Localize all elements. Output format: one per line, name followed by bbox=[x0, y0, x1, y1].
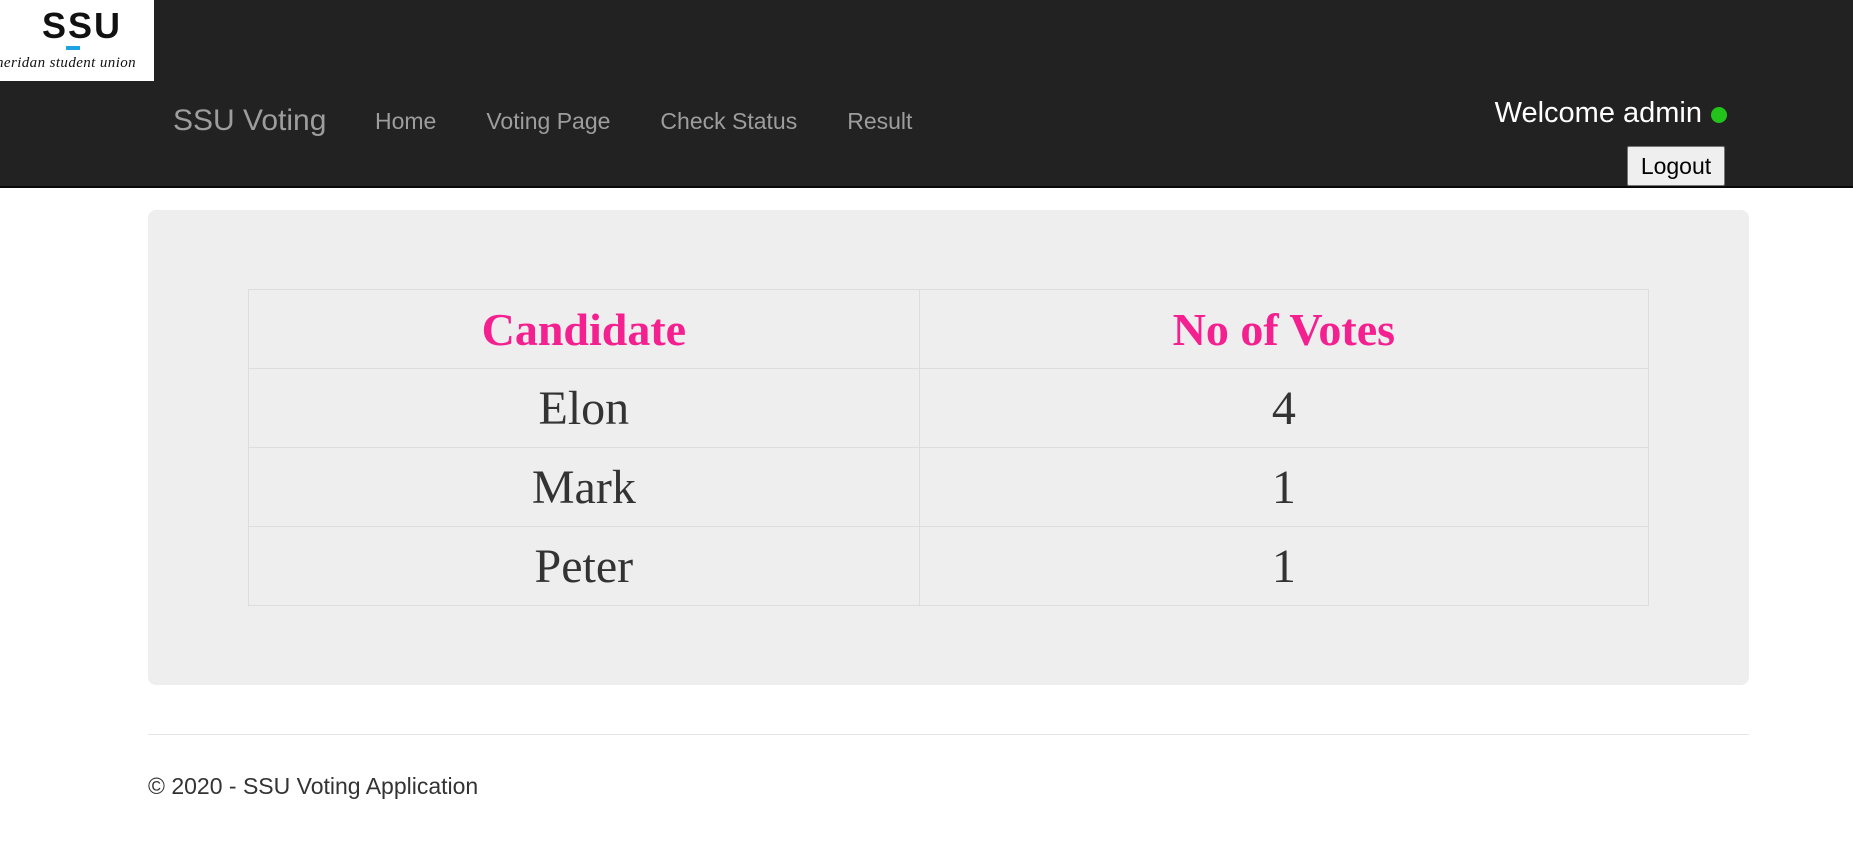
results-panel: Candidate No of Votes Elon 4 Mark 1 Pete… bbox=[148, 210, 1749, 685]
nav-item-check-status: Check Status bbox=[660, 107, 797, 135]
candidate-name: Elon bbox=[248, 368, 920, 448]
nav-link-check-status[interactable]: Check Status bbox=[660, 108, 797, 134]
column-header-candidate: Candidate bbox=[248, 289, 920, 369]
welcome-text: Welcome admin bbox=[1494, 97, 1702, 129]
logo-subtitle: heridan student union bbox=[0, 55, 137, 71]
brand-link[interactable]: SSU Voting bbox=[173, 103, 326, 139]
footer-copyright: © 2020 - SSU Voting Application bbox=[148, 773, 479, 799]
logo-mark: SSU bbox=[42, 5, 123, 46]
nav-link-result[interactable]: Result bbox=[847, 108, 912, 134]
candidate-name: Mark bbox=[248, 447, 920, 527]
ssu-logo: SSU heridan student union bbox=[0, 0, 154, 81]
vote-count: 4 bbox=[918, 368, 1650, 448]
vote-count: 1 bbox=[918, 526, 1650, 606]
nav-item-voting-page: Voting Page bbox=[486, 107, 610, 135]
footer-divider bbox=[148, 734, 1749, 735]
nav-link-home[interactable]: Home bbox=[375, 108, 436, 134]
navbar: SSU heridan student union SSU Voting Hom… bbox=[0, 0, 1853, 188]
candidate-name: Peter bbox=[248, 526, 920, 606]
nav-item-home: Home bbox=[375, 107, 436, 135]
nav-link-voting-page[interactable]: Voting Page bbox=[486, 108, 610, 134]
logout-button[interactable]: Logout bbox=[1627, 146, 1725, 186]
table-row: Peter 1 bbox=[248, 526, 1650, 606]
column-header-votes: No of Votes bbox=[918, 289, 1650, 369]
nav-menu: Home Voting Page Check Status Result bbox=[375, 107, 962, 135]
online-status-icon bbox=[1711, 106, 1727, 123]
nav-item-result: Result bbox=[847, 107, 912, 135]
welcome-message: Welcome admin bbox=[1495, 96, 1727, 130]
table-row: Elon 4 bbox=[248, 368, 1650, 448]
vote-count: 1 bbox=[918, 447, 1650, 527]
table-row: Mark 1 bbox=[248, 447, 1650, 527]
logo-accent-bar bbox=[66, 46, 80, 50]
results-table: Candidate No of Votes Elon 4 Mark 1 Pete… bbox=[248, 289, 1650, 606]
table-header-row: Candidate No of Votes bbox=[248, 289, 1650, 369]
